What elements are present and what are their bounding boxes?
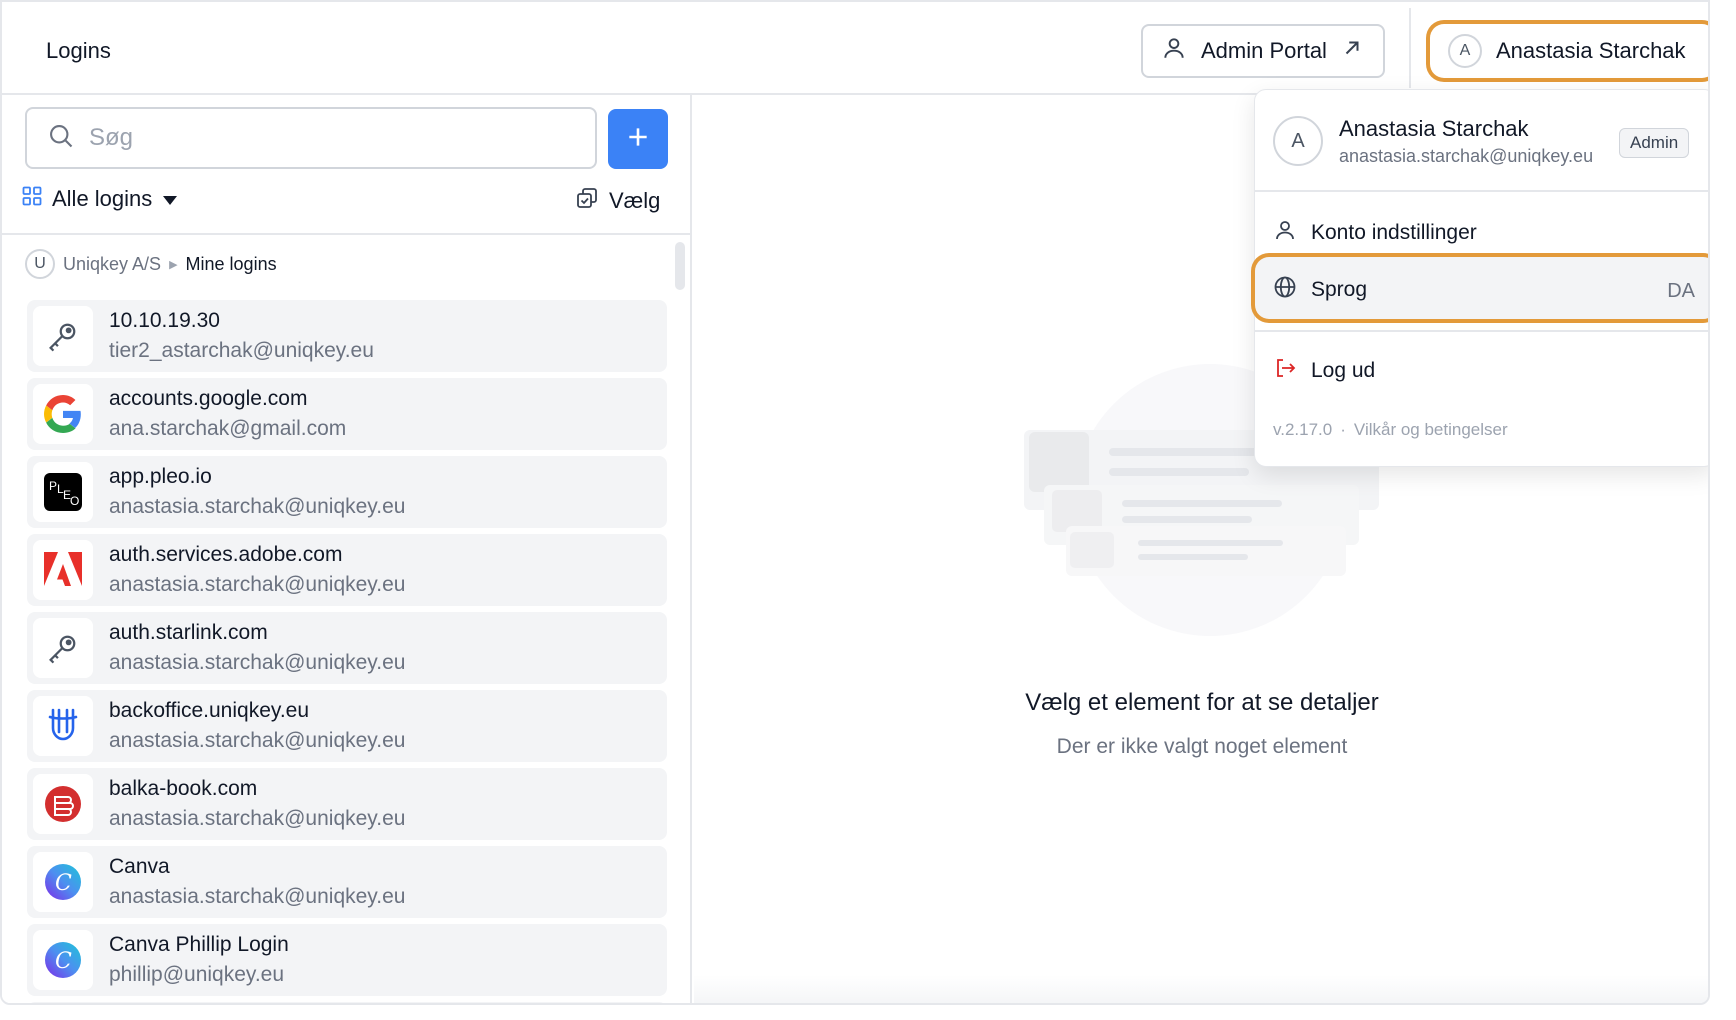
login-name: balka-book.com <box>109 777 258 800</box>
multi-select-icon <box>575 186 599 216</box>
filter-label: Alle logins <box>52 186 153 211</box>
admin-portal-button[interactable]: Admin Portal <box>1141 24 1385 78</box>
login-name: 10.10.19.30 <box>109 309 220 332</box>
svg-text:C: C <box>55 871 72 896</box>
menu-divider <box>1255 190 1708 192</box>
logins-list: 10.10.19.30 tier2_astarchak@uniqkey.eu a… <box>27 300 667 1003</box>
scrollbar-thumb[interactable] <box>675 242 685 290</box>
caret-down-icon <box>162 186 178 212</box>
search-icon <box>47 122 75 155</box>
account-settings-item[interactable]: Konto indstillinger <box>1273 218 1477 248</box>
svg-text:C: C <box>55 949 72 974</box>
login-username: anastasia.starchak@uniqkey.eu <box>109 729 406 752</box>
canva-icon: C <box>33 852 93 912</box>
header-divider <box>1409 8 1411 88</box>
login-name: app.pleo.io <box>109 465 212 488</box>
adobe-icon <box>33 540 93 600</box>
logout-icon <box>1273 356 1297 386</box>
list-item[interactable]: PLEO app.pleo.io anastasia.starchak@uniq… <box>27 456 667 528</box>
avatar: A <box>1273 116 1323 166</box>
footer-separator: · <box>1340 420 1346 439</box>
list-item[interactable]: C Canva Phillip Login phillip@uniqkey.eu <box>27 924 667 996</box>
breadcrumb-separator-icon: ▶ <box>169 258 178 271</box>
login-username: anastasia.starchak@uniqkey.eu <box>109 651 406 674</box>
list-item[interactable]: accounts.google.com ana.starchak@gmail.c… <box>27 378 667 450</box>
logout-label: Log ud <box>1311 359 1376 382</box>
balka-book-icon <box>33 774 93 834</box>
breadcrumb-current: Mine logins <box>185 253 277 274</box>
breadcrumb-org[interactable]: Uniqkey A/S <box>63 254 161 275</box>
menu-user-email: anastasia.starchak@uniqkey.eu <box>1339 146 1594 166</box>
google-icon <box>33 384 93 444</box>
add-login-button[interactable] <box>608 109 668 169</box>
avatar: A <box>1448 34 1482 68</box>
admin-portal-label: Admin Portal <box>1201 38 1327 63</box>
login-name: backoffice.uniqkey.eu <box>109 699 310 722</box>
logins-sidebar: Alle logins Vælg U Uniqkey A/S ▶ Mine lo… <box>2 95 692 1003</box>
login-username: anastasia.starchak@uniqkey.eu <box>109 495 406 518</box>
search-box[interactable] <box>25 107 597 169</box>
list-item[interactable]: auth.starlink.com anastasia.starchak@uni… <box>27 612 667 684</box>
svg-text:O: O <box>70 494 79 508</box>
plus-icon <box>625 124 651 155</box>
filter-dropdown[interactable]: Alle logins <box>22 186 178 212</box>
list-item[interactable]: C Canva anastasia.starchak@uniqkey.eu <box>27 846 667 918</box>
menu-user-name: Anastasia Starchak <box>1339 116 1529 141</box>
page-title: Logins <box>46 38 111 63</box>
empty-state-title: Vælg et element for at se detaljer <box>1025 689 1379 716</box>
account-settings-label: Konto indstillinger <box>1311 221 1477 244</box>
select-label: Vælg <box>609 188 661 213</box>
svg-text:P: P <box>49 479 57 493</box>
top-bar: Logins Admin Portal A Anastasia Starchak <box>2 2 1708 95</box>
user-name: Anastasia Starchak <box>1496 38 1686 63</box>
user-icon <box>1273 218 1297 248</box>
list-item[interactable]: balka-book.com anastasia.starchak@uniqke… <box>27 768 667 840</box>
empty-state-subtitle: Der er ikke valgt noget element <box>1056 735 1348 758</box>
login-username: ana.starchak@gmail.com <box>109 417 347 440</box>
menu-divider <box>1255 330 1708 332</box>
login-username: anastasia.starchak@uniqkey.eu <box>109 807 406 830</box>
version-text: v.2.17.0 <box>1273 420 1333 439</box>
list-item[interactable] <box>27 1002 667 1003</box>
search-input[interactable] <box>89 124 539 152</box>
breadcrumb: U Uniqkey A/S ▶ Mine logins <box>25 249 277 279</box>
grid-icon <box>22 186 42 212</box>
key-icon <box>33 306 93 366</box>
role-badge: Admin <box>1619 128 1690 158</box>
menu-footer: v.2.17.0 · Vilkår og betingelser <box>1273 420 1508 440</box>
login-name: Canva Phillip Login <box>109 933 289 956</box>
org-avatar: U <box>25 249 55 279</box>
logout-item[interactable]: Log ud <box>1273 356 1375 386</box>
language-value: DA <box>1667 280 1695 302</box>
external-link-icon <box>1341 37 1363 65</box>
sidebar-divider <box>2 233 690 235</box>
login-name: auth.starlink.com <box>109 621 268 644</box>
login-username: anastasia.starchak@uniqkey.eu <box>109 885 406 908</box>
user-icon <box>1161 35 1187 67</box>
canva-icon: C <box>33 930 93 990</box>
login-username: tier2_astarchak@uniqkey.eu <box>109 339 374 362</box>
terms-link[interactable]: Vilkår og betingelser <box>1354 420 1508 440</box>
globe-icon <box>1273 275 1297 305</box>
user-menu-button[interactable]: A Anastasia Starchak <box>1430 24 1708 78</box>
uniqkey-icon <box>33 696 93 756</box>
login-name: auth.services.adobe.com <box>109 543 343 566</box>
list-item[interactable]: auth.services.adobe.com anastasia.starch… <box>27 534 667 606</box>
app-window: Logins Admin Portal A Anastasia Starchak <box>0 0 1710 1005</box>
language-label: Sprog <box>1311 278 1368 301</box>
select-button[interactable]: Vælg <box>575 186 660 216</box>
login-username: phillip@uniqkey.eu <box>109 963 285 986</box>
login-username: anastasia.starchak@uniqkey.eu <box>109 573 406 596</box>
user-dropdown-menu: A Anastasia Starchak anastasia.starchak@… <box>1254 89 1708 467</box>
login-name: Canva <box>109 855 170 878</box>
key-icon <box>33 618 93 678</box>
list-item[interactable]: 10.10.19.30 tier2_astarchak@uniqkey.eu <box>27 300 667 372</box>
list-item[interactable]: backoffice.uniqkey.eu anastasia.starchak… <box>27 690 667 762</box>
language-item-content[interactable]: Sprog <box>1273 275 1367 305</box>
login-name: accounts.google.com <box>109 387 308 410</box>
pleo-icon: PLEO <box>33 462 93 522</box>
